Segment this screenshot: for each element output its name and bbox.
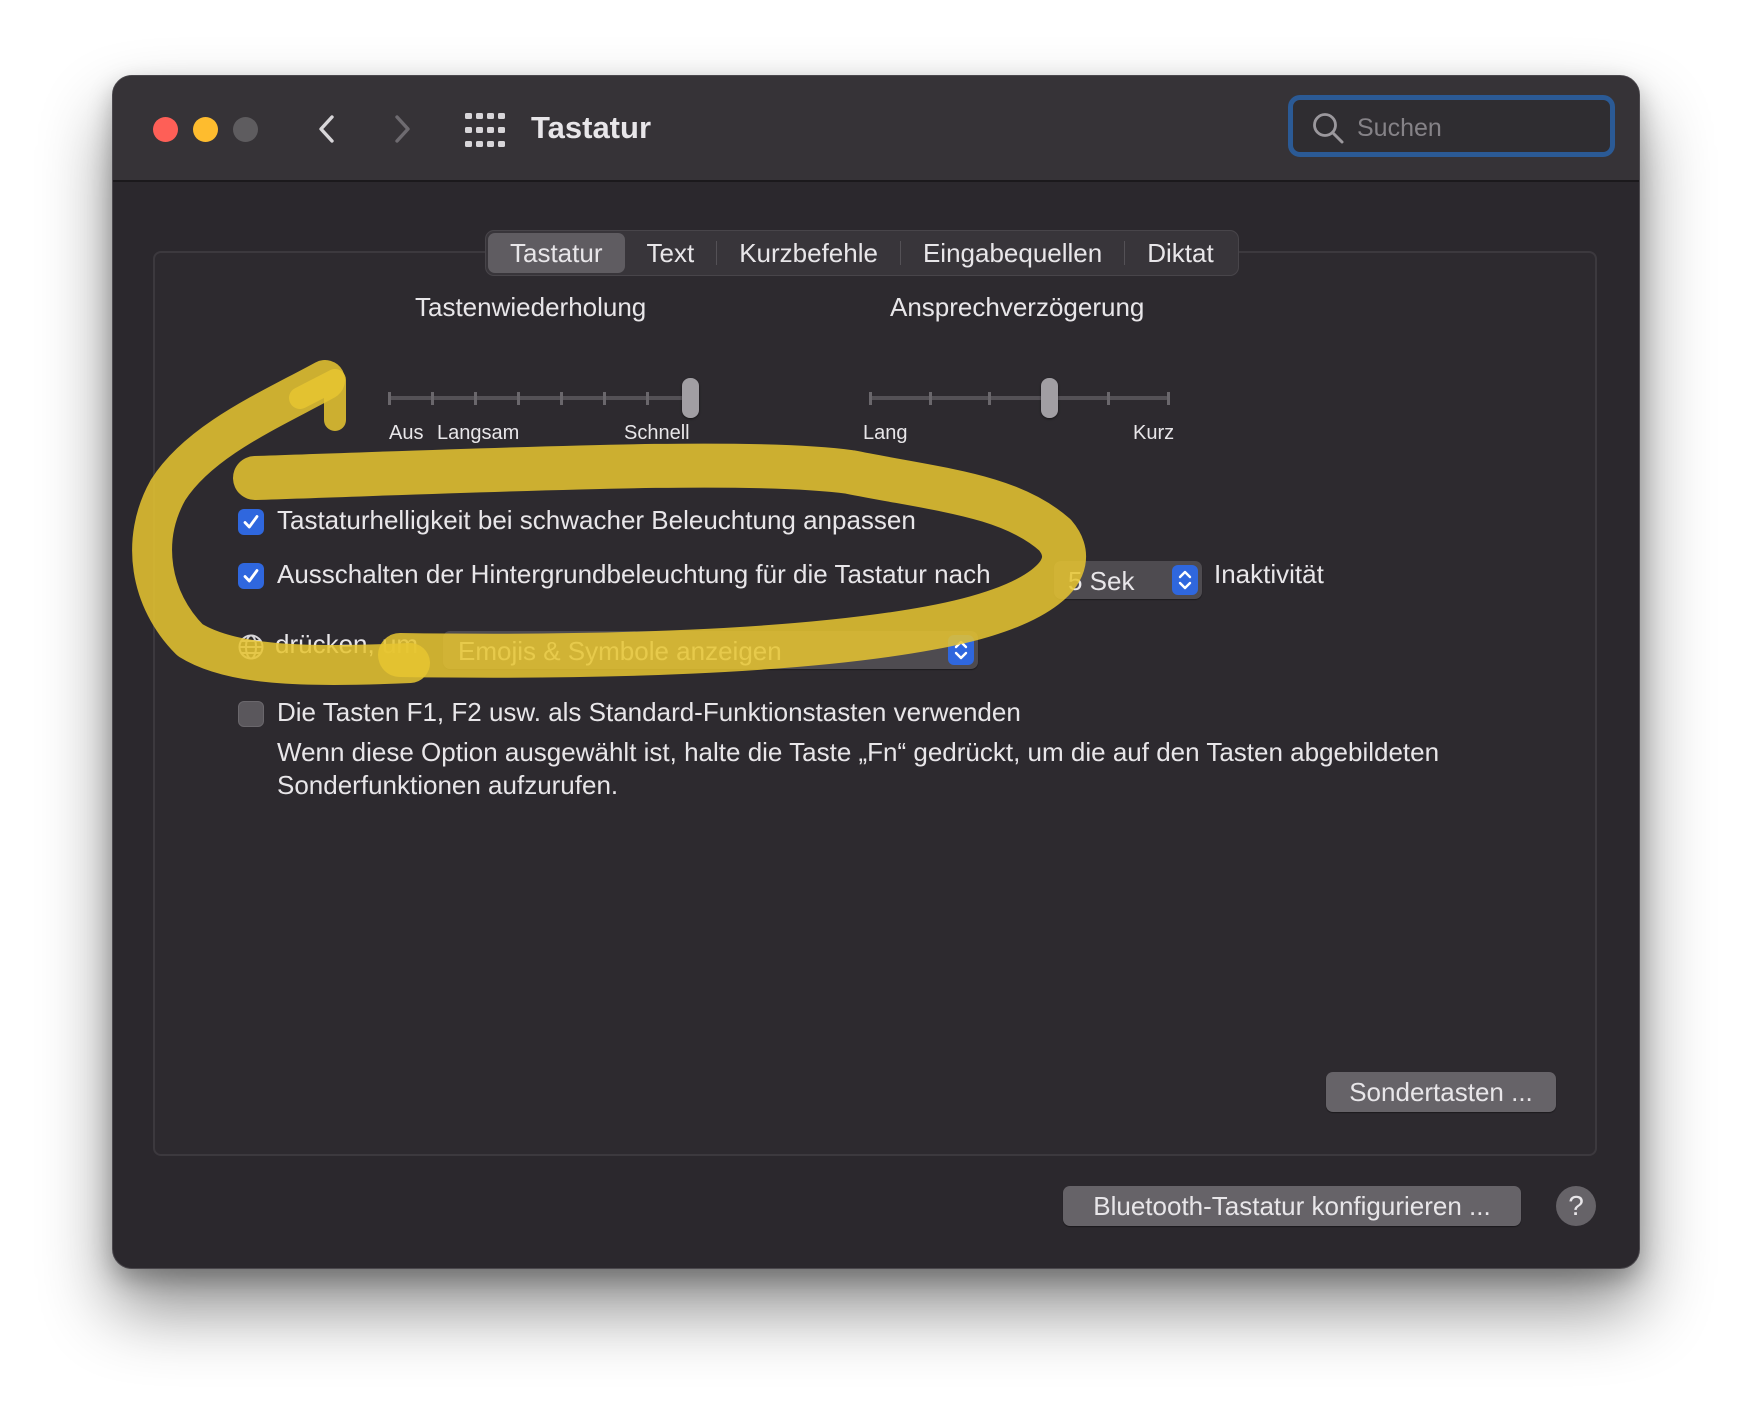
key-repeat-track [389,396,690,400]
modifier-keys-button[interactable]: Sondertasten ... [1326,1072,1556,1112]
delay-until-repeat-title: Ansprechverzögerung [890,292,1145,322]
zoom-button[interactable] [233,117,258,142]
back-button[interactable] [305,106,351,152]
tab-diktat[interactable]: Diktat [1125,233,1235,273]
adjust-brightness-label: Tastaturhelligkeit bei schwacher Beleuch… [277,505,916,535]
search-icon [1313,113,1344,144]
backlight-off-label: Ausschalten der Hintergrundbeleuchtung f… [277,559,991,589]
slider-tick [560,392,563,405]
function-keys-description: Wenn diese Option ausgewählt ist, halte … [277,737,1440,800]
title-bar: Tastatur [113,76,1639,182]
function-keys-label: Die Tasten F1, F2 usw. als Standard-Funk… [277,697,1021,727]
slider-tick [988,392,992,405]
popup-stepper [1172,565,1198,595]
close-button[interactable] [153,117,178,142]
key-repeat-title: Tastenwiederholung [415,292,647,322]
window-title: Tastatur [531,110,652,145]
function-keys-checkbox[interactable] [238,701,264,727]
help-button[interactable]: ? [1556,1186,1596,1226]
key-repeat-label-slow: Langsam [437,422,520,444]
slider-tick [646,392,649,405]
forward-button[interactable] [378,106,424,152]
system-preferences-window: Tastatur Tastatur Text Kurzbefehle Einga… [112,75,1640,1269]
chevron-updown-icon [954,640,968,660]
search-field[interactable] [1288,95,1615,157]
checkmark-icon [243,515,259,529]
backlight-timeout-popup[interactable]: 5 Sek [1054,561,1202,599]
tab-kurzbefehle[interactable]: Kurzbefehle [717,233,900,273]
tab-eingabequellen[interactable]: Eingabequellen [901,233,1124,273]
slider-tick [1167,392,1170,405]
chevron-left-icon [319,115,334,143]
chevron-right-icon [395,115,410,143]
tab-text[interactable]: Text [625,233,717,273]
bluetooth-keyboard-button[interactable]: Bluetooth-Tastatur konfigurieren ... [1063,1186,1521,1226]
popup-stepper [948,635,974,665]
slider-tick [869,392,872,405]
backlight-timeout-value: 5 Sek [1068,566,1135,596]
key-repeat-label-fast: Schnell [624,422,690,444]
backlight-off-checkbox[interactable] [238,563,264,589]
slider-tick [388,392,391,405]
grid-icon [465,113,505,147]
tab-bar: Tastatur Text Kurzbefehle Eingabequellen… [485,230,1239,276]
slider-tick [603,392,606,405]
delay-track [870,396,1168,400]
checkmark-icon [243,569,259,583]
delay-knob[interactable] [1040,378,1058,418]
backlight-off-suffix: Inaktivität [1214,559,1324,589]
slider-tick [1107,392,1111,405]
minimize-button[interactable] [193,117,218,142]
show-all-button[interactable] [463,110,507,150]
slider-tick [474,392,477,405]
globe-key-action-popup[interactable]: Emojis & Symbole anzeigen [443,631,978,669]
delay-label-long: Lang [863,422,908,444]
globe-icon [238,634,264,660]
slider-tick [431,392,434,405]
search-input[interactable] [1355,108,1599,148]
adjust-brightness-checkbox[interactable] [238,509,264,535]
chevron-updown-icon [1178,570,1192,590]
key-repeat-knob[interactable] [682,378,699,418]
tab-tastatur[interactable]: Tastatur [488,233,625,273]
key-repeat-label-off: Aus [389,422,424,444]
slider-tick [928,392,932,405]
globe-key-prefix: drücken, um [275,629,419,659]
globe-key-action-value: Emojis & Symbole anzeigen [458,636,782,666]
delay-label-short: Kurz [1133,422,1175,444]
slider-tick [517,392,520,405]
